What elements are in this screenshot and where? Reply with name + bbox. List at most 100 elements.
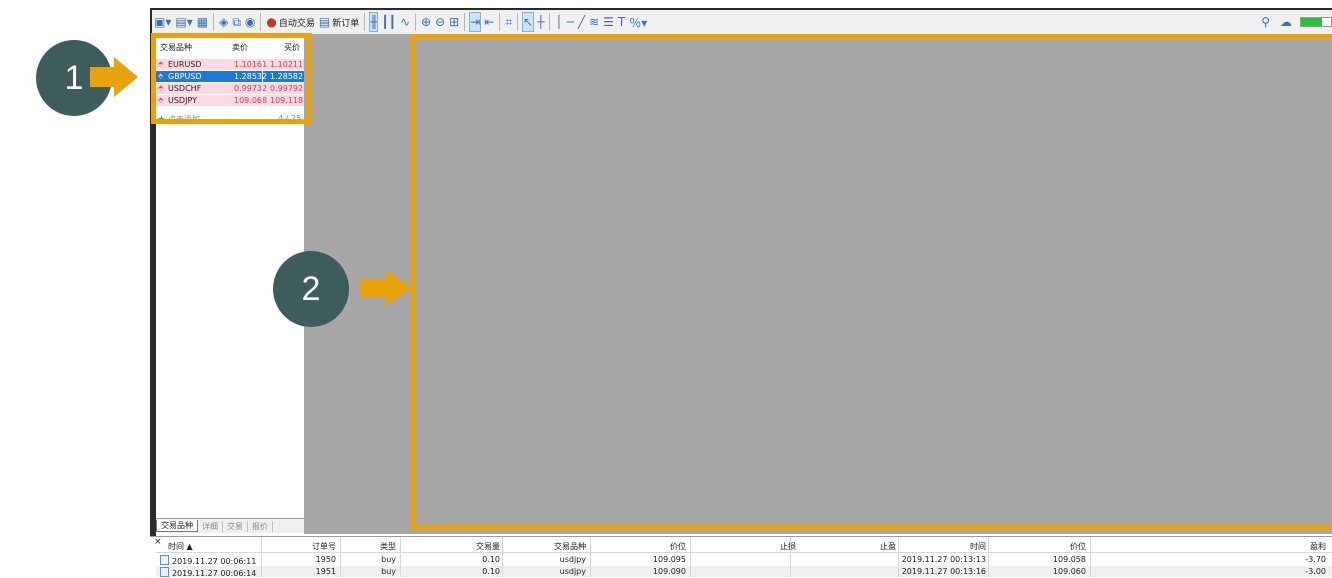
connection-status-bar	[1300, 17, 1332, 27]
row-close-price: 109.058	[1052, 555, 1086, 564]
market-watch-tabs: 交易品种 详细 交易 报价	[156, 518, 304, 533]
terminal-icon[interactable]: ⧉	[232, 13, 241, 31]
callout-arrow-icon	[360, 270, 412, 306]
row-symbol: usdjpy	[559, 555, 586, 564]
navigator-icon[interactable]: ◈	[219, 13, 228, 31]
price-change-icon: ⬘	[158, 72, 164, 80]
add-symbol-label: 点击添加	[168, 115, 200, 124]
trendline-icon[interactable]: ╱	[578, 13, 585, 31]
quote-symbol: GBPUSD	[168, 72, 202, 81]
chart-window[interactable]	[418, 40, 1332, 530]
text-icon[interactable]: T	[618, 13, 625, 31]
column-close-time[interactable]: 时间	[946, 541, 986, 552]
quote-ask: 1.28582	[270, 72, 304, 81]
price-change-icon: ⬘	[158, 96, 164, 104]
column-order[interactable]: 订单号	[286, 541, 336, 552]
new-order-label: 新订单	[332, 18, 360, 29]
column-divider	[590, 537, 591, 577]
row-order: 1951	[315, 567, 336, 576]
tab-ticks[interactable]: 报价	[248, 520, 273, 532]
symbol-count: 4 / 25	[278, 114, 302, 123]
new-chart-icon[interactable]: ▣▾	[154, 13, 171, 31]
connection-status-fill	[1301, 18, 1322, 26]
toolbar-separator	[464, 13, 466, 31]
zoom-out-icon[interactable]: ⊖	[435, 13, 445, 31]
auto-trading-icon: ●	[266, 15, 277, 29]
bar-chart-icon[interactable]: ╫	[369, 12, 379, 32]
tab-symbols[interactable]: 交易品种	[156, 520, 198, 532]
row-symbol: usdjpy	[559, 567, 586, 576]
crosshair-icon[interactable]: ┼	[537, 13, 544, 31]
quote-ask: 1.10211	[270, 60, 304, 69]
toolbar-separator	[364, 13, 366, 31]
toolbar-separator	[517, 13, 519, 31]
community-icon[interactable]: ☁	[1280, 13, 1292, 31]
row-close-price: 109.060	[1052, 567, 1086, 576]
column-symbol[interactable]: 交易品种	[160, 42, 192, 53]
history-row[interactable]: 2019.11.27 00:06:14 1951 buy 0.10 usdjpy…	[156, 566, 1332, 578]
signal-icon[interactable]: ◉	[245, 13, 255, 31]
history-row[interactable]: 2019.11.27 00:06:11 1950 buy 0.10 usdjpy…	[156, 554, 1332, 566]
main-toolbar: ▣▾ ▤▾ ▦ ◈ ⧉ ◉ ● 自动交易 ▤ 新订单 ╫ ┃┃ ∿ ⊕ ⊖ ⊞ …	[150, 8, 1332, 34]
quote-row-usdchf[interactable]: ⬘ USDCHF 0.99732 0.99792	[156, 83, 304, 94]
vertical-line-icon[interactable]: │	[555, 13, 562, 31]
row-close-time: 2019.11.27 00:13:13	[901, 555, 986, 564]
fibonacci-icon[interactable]: ≋	[589, 13, 599, 31]
column-divider	[790, 537, 791, 577]
column-profit[interactable]: 盈利	[1286, 541, 1326, 552]
auto-trading-button[interactable]: ● 自动交易	[266, 13, 315, 31]
cursor-icon[interactable]: ↖	[522, 12, 535, 32]
column-close-price[interactable]: 价位	[1046, 541, 1086, 552]
auto-scroll-icon[interactable]: ⇥	[469, 12, 482, 32]
sort-ascending-icon: ▲	[186, 542, 193, 551]
column-ask[interactable]: 买价	[284, 42, 300, 53]
price-change-icon: ⬘	[158, 84, 164, 92]
column-divider	[262, 71, 263, 82]
column-type[interactable]: 类型	[356, 541, 396, 552]
candlestick-icon[interactable]: ┃┃	[381, 13, 395, 31]
history-table-header: 时间 ▲ 订单号 类型 交易量 交易品种 价位 止损 止盈 时间 价位 盈利	[156, 540, 1332, 553]
quote-symbol: USDJPY	[168, 96, 197, 105]
row-price: 109.095	[652, 555, 686, 564]
add-symbol-row[interactable]: + 点击添加 4 / 25	[156, 114, 304, 124]
row-order: 1950	[315, 555, 336, 564]
tab-details[interactable]: 详细	[198, 520, 223, 532]
zoom-in-icon[interactable]: ⊕	[421, 13, 431, 31]
line-chart-icon[interactable]: ∿	[400, 13, 410, 31]
column-open-time[interactable]: 时间 ▲	[168, 541, 193, 552]
row-profit: -3.00	[1305, 567, 1326, 576]
column-symbol[interactable]: 交易品种	[536, 541, 586, 552]
toolbar-separator	[260, 13, 262, 31]
market-watch-header: 交易品种 卖价 买价	[156, 40, 304, 54]
search-icon[interactable]: ⚲	[1261, 13, 1270, 31]
auto-trading-label: 自动交易	[278, 18, 315, 29]
quote-row-usdjpy[interactable]: ⬘ USDJPY 109.068 109.118	[156, 95, 304, 106]
column-take-profit[interactable]: 止盈	[856, 541, 896, 552]
toolbar-separator	[213, 13, 215, 31]
shapes-icon[interactable]: ％▾	[629, 13, 647, 31]
quote-row-eurusd[interactable]: ⬘ EURUSD 1.10161 1.10211	[156, 59, 304, 70]
channel-icon[interactable]: ☰	[603, 13, 614, 31]
quote-symbol: EURUSD	[168, 60, 202, 69]
indicators-icon[interactable]: ⌗	[505, 13, 512, 31]
quote-ask: 0.99792	[270, 84, 304, 93]
column-volume[interactable]: 交易量	[456, 541, 500, 552]
tab-trading[interactable]: 交易	[223, 520, 248, 532]
profiles-icon[interactable]: ▤▾	[175, 13, 192, 31]
row-close-time: 2019.11.27 00:13:16	[901, 567, 986, 576]
new-order-button[interactable]: ▤ 新订单	[319, 13, 359, 31]
tile-windows-icon[interactable]: ⊞	[449, 13, 459, 31]
row-type: buy	[381, 555, 396, 564]
chart-shift-icon[interactable]: ⇤	[484, 13, 494, 31]
market-watch-icon[interactable]: ▦	[197, 13, 208, 31]
quote-row-gbpusd[interactable]: ⬘ GBPUSD 1.28532 1.28582	[156, 71, 304, 82]
column-divider	[898, 537, 899, 577]
column-divider	[400, 537, 401, 577]
row-type: buy	[381, 567, 396, 576]
column-divider	[340, 537, 341, 577]
column-bid[interactable]: 卖价	[232, 42, 248, 53]
horizontal-line-icon[interactable]: ─	[567, 13, 574, 31]
column-price[interactable]: 价位	[646, 541, 686, 552]
row-volume: 0.10	[482, 567, 500, 576]
column-divider	[261, 537, 262, 577]
